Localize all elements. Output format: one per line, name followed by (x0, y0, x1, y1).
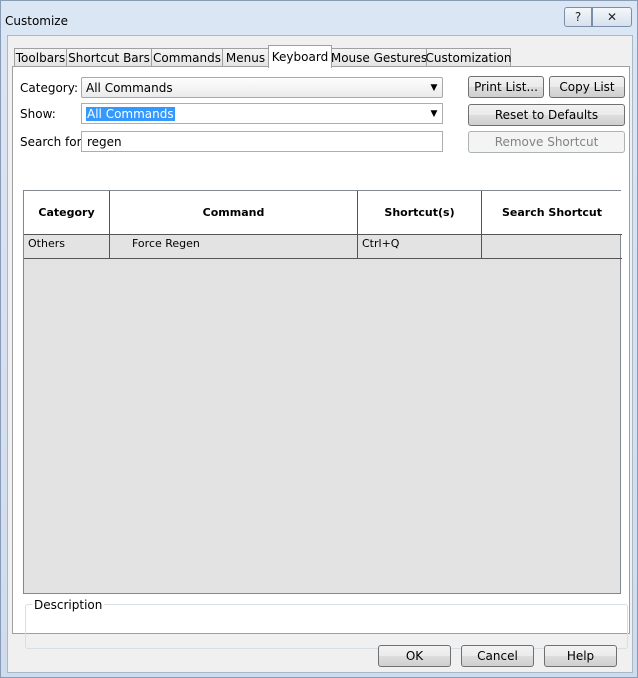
chevron-down-icon: ▼ (430, 83, 438, 93)
help-button[interactable]: Help (544, 645, 617, 667)
show-label: Show: (20, 107, 56, 121)
cancel-button[interactable]: Cancel (461, 645, 534, 667)
tab-shortcut-bars[interactable]: Shortcut Bars (66, 48, 152, 67)
dialog-title: Customize (5, 14, 68, 28)
tab-commands[interactable]: Commands (151, 48, 223, 67)
copy-list-button[interactable]: Copy List (549, 76, 625, 98)
column-header-command[interactable]: Command (110, 191, 358, 234)
category-value: All Commands (86, 81, 173, 95)
search-label: Search for: (20, 135, 86, 149)
description-label: Description (32, 598, 105, 612)
column-header-search-shortcut[interactable]: Search Shortcut (482, 191, 622, 234)
cell-command: Force Regen (110, 235, 358, 258)
search-value: regen (87, 135, 122, 149)
reset-to-defaults-button[interactable]: Reset to Defaults (468, 104, 625, 126)
tab-mouse-gestures[interactable]: Mouse Gestures (331, 48, 427, 67)
grid-header: Category Command Shortcut(s) Search Shor… (24, 191, 622, 235)
search-input[interactable]: regen (81, 131, 443, 152)
table-row[interactable]: Others Force Regen Ctrl+Q (24, 235, 622, 259)
print-list-button[interactable]: Print List... (468, 76, 544, 98)
cell-category: Others (24, 235, 110, 258)
category-dropdown[interactable]: All Commands ▼ (81, 77, 443, 98)
customize-dialog: Customize ? ✕ Toolbars Shortcut Bars Com… (0, 0, 638, 678)
description-group: Description (25, 598, 628, 649)
tab-customization[interactable]: Customization (426, 48, 511, 67)
column-header-category[interactable]: Category (24, 191, 110, 234)
tab-menus[interactable]: Menus (222, 48, 269, 67)
close-icon-button[interactable]: ✕ (592, 7, 632, 27)
column-header-shortcuts[interactable]: Shortcut(s) (358, 191, 482, 234)
tab-keyboard[interactable]: Keyboard (268, 45, 332, 68)
category-label: Category: (20, 81, 78, 95)
title-bar[interactable]: Customize ? ✕ (1, 1, 637, 35)
tab-toolbars[interactable]: Toolbars (14, 48, 67, 67)
cell-shortcut[interactable]: Ctrl+Q (358, 235, 482, 258)
keyboard-panel: Category: All Commands ▼ Show: All Comma… (12, 66, 630, 649)
dialog-body: Toolbars Shortcut Bars Commands Menus Ke… (7, 35, 633, 673)
cell-search-shortcut[interactable] (482, 235, 622, 258)
help-icon-button[interactable]: ? (564, 7, 592, 27)
ok-button[interactable]: OK (378, 645, 451, 667)
show-value: All Commands (86, 107, 175, 121)
chevron-down-icon: ▼ (430, 109, 438, 119)
remove-shortcut-button[interactable]: Remove Shortcut (468, 131, 625, 153)
show-dropdown[interactable]: All Commands ▼ (81, 103, 443, 124)
shortcut-grid[interactable]: Category Command Shortcut(s) Search Shor… (23, 190, 622, 594)
